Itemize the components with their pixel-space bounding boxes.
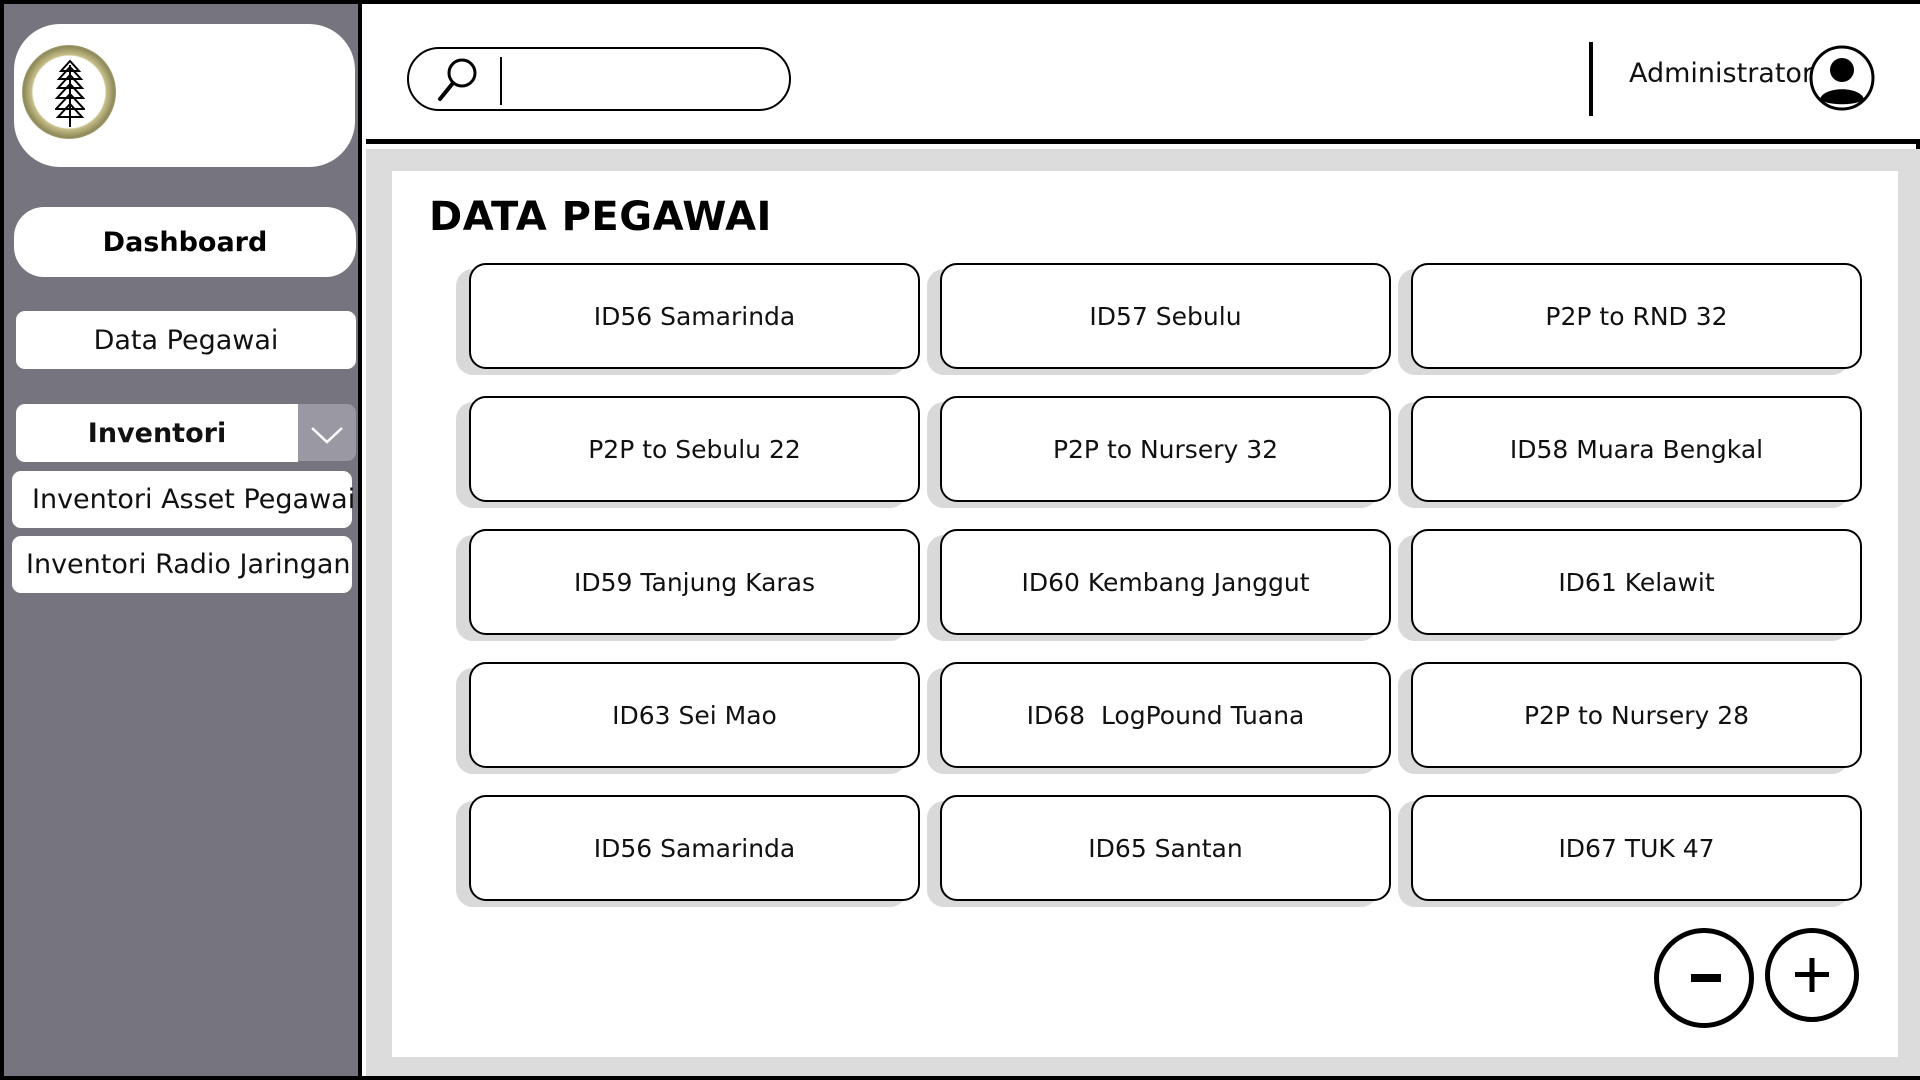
chevron-down-icon bbox=[311, 427, 343, 444]
tree-icon bbox=[55, 59, 85, 127]
plus-icon bbox=[1795, 958, 1829, 992]
page-title: DATA PEGAWAI bbox=[429, 194, 772, 240]
location-card[interactable]: P2P to Nursery 28 bbox=[1411, 662, 1862, 768]
sidebar-item-data-pegawai[interactable]: Data Pegawai bbox=[16, 311, 356, 369]
sidebar: Dashboard Data Pegawai Inventori Invento… bbox=[4, 4, 362, 1076]
top-header: Administrator bbox=[366, 4, 1920, 144]
location-card[interactable]: ID59 Tanjung Karas bbox=[469, 529, 920, 635]
sidebar-item-dashboard[interactable]: Dashboard bbox=[14, 207, 356, 277]
add-button[interactable] bbox=[1765, 928, 1859, 1022]
user-name-label: Administrator bbox=[1629, 58, 1814, 89]
sidebar-subitem-inventori-radio-jaringan[interactable]: Inventori Radio Jaringan bbox=[12, 536, 352, 593]
sidebar-subitem-inventori-asset-pegawai[interactable]: Inventori Asset Pegawai bbox=[12, 471, 355, 528]
location-card[interactable]: P2P to Nursery 32 bbox=[940, 396, 1391, 502]
user-avatar-icon[interactable] bbox=[1808, 44, 1876, 112]
location-card[interactable]: ID56 Samarinda bbox=[469, 795, 920, 901]
minus-icon bbox=[1691, 974, 1721, 982]
location-card[interactable]: ID67 TUK 47 bbox=[1411, 795, 1862, 901]
remove-button[interactable] bbox=[1654, 928, 1754, 1028]
text-caret bbox=[500, 57, 502, 105]
sidebar-item-inventori[interactable]: Inventori bbox=[16, 404, 298, 462]
logo-card bbox=[14, 24, 355, 167]
content-panel: DATA PEGAWAI ID56 Samarinda ID57 Sebulu … bbox=[392, 171, 1898, 1057]
location-card[interactable]: P2P to RND 32 bbox=[1411, 263, 1862, 369]
search-input[interactable] bbox=[407, 47, 791, 111]
location-card[interactable]: ID65 Santan bbox=[940, 795, 1391, 901]
location-card[interactable]: ID63 Sei Mao bbox=[469, 662, 920, 768]
location-card[interactable]: ID58 Muara Bengkal bbox=[1411, 396, 1862, 502]
location-card[interactable]: ID57 Sebulu bbox=[940, 263, 1391, 369]
main-content: DATA PEGAWAI ID56 Samarinda ID57 Sebulu … bbox=[366, 149, 1920, 1076]
location-card[interactable]: ID68 LogPound Tuana bbox=[940, 662, 1391, 768]
inventori-dropdown-toggle[interactable] bbox=[298, 404, 356, 461]
location-card[interactable]: ID56 Samarinda bbox=[469, 263, 920, 369]
location-card[interactable]: ID61 Kelawit bbox=[1411, 529, 1862, 635]
header-divider bbox=[1589, 42, 1593, 116]
location-card-grid: ID56 Samarinda ID57 Sebulu P2P to RND 32… bbox=[469, 263, 1862, 901]
location-card[interactable]: P2P to Sebulu 22 bbox=[469, 396, 920, 502]
app-window: Dashboard Data Pegawai Inventori Invento… bbox=[0, 0, 1920, 1080]
location-card[interactable]: ID60 Kembang Janggut bbox=[940, 529, 1391, 635]
search-icon[interactable] bbox=[435, 55, 481, 105]
pine-tree-logo-icon bbox=[22, 45, 116, 139]
